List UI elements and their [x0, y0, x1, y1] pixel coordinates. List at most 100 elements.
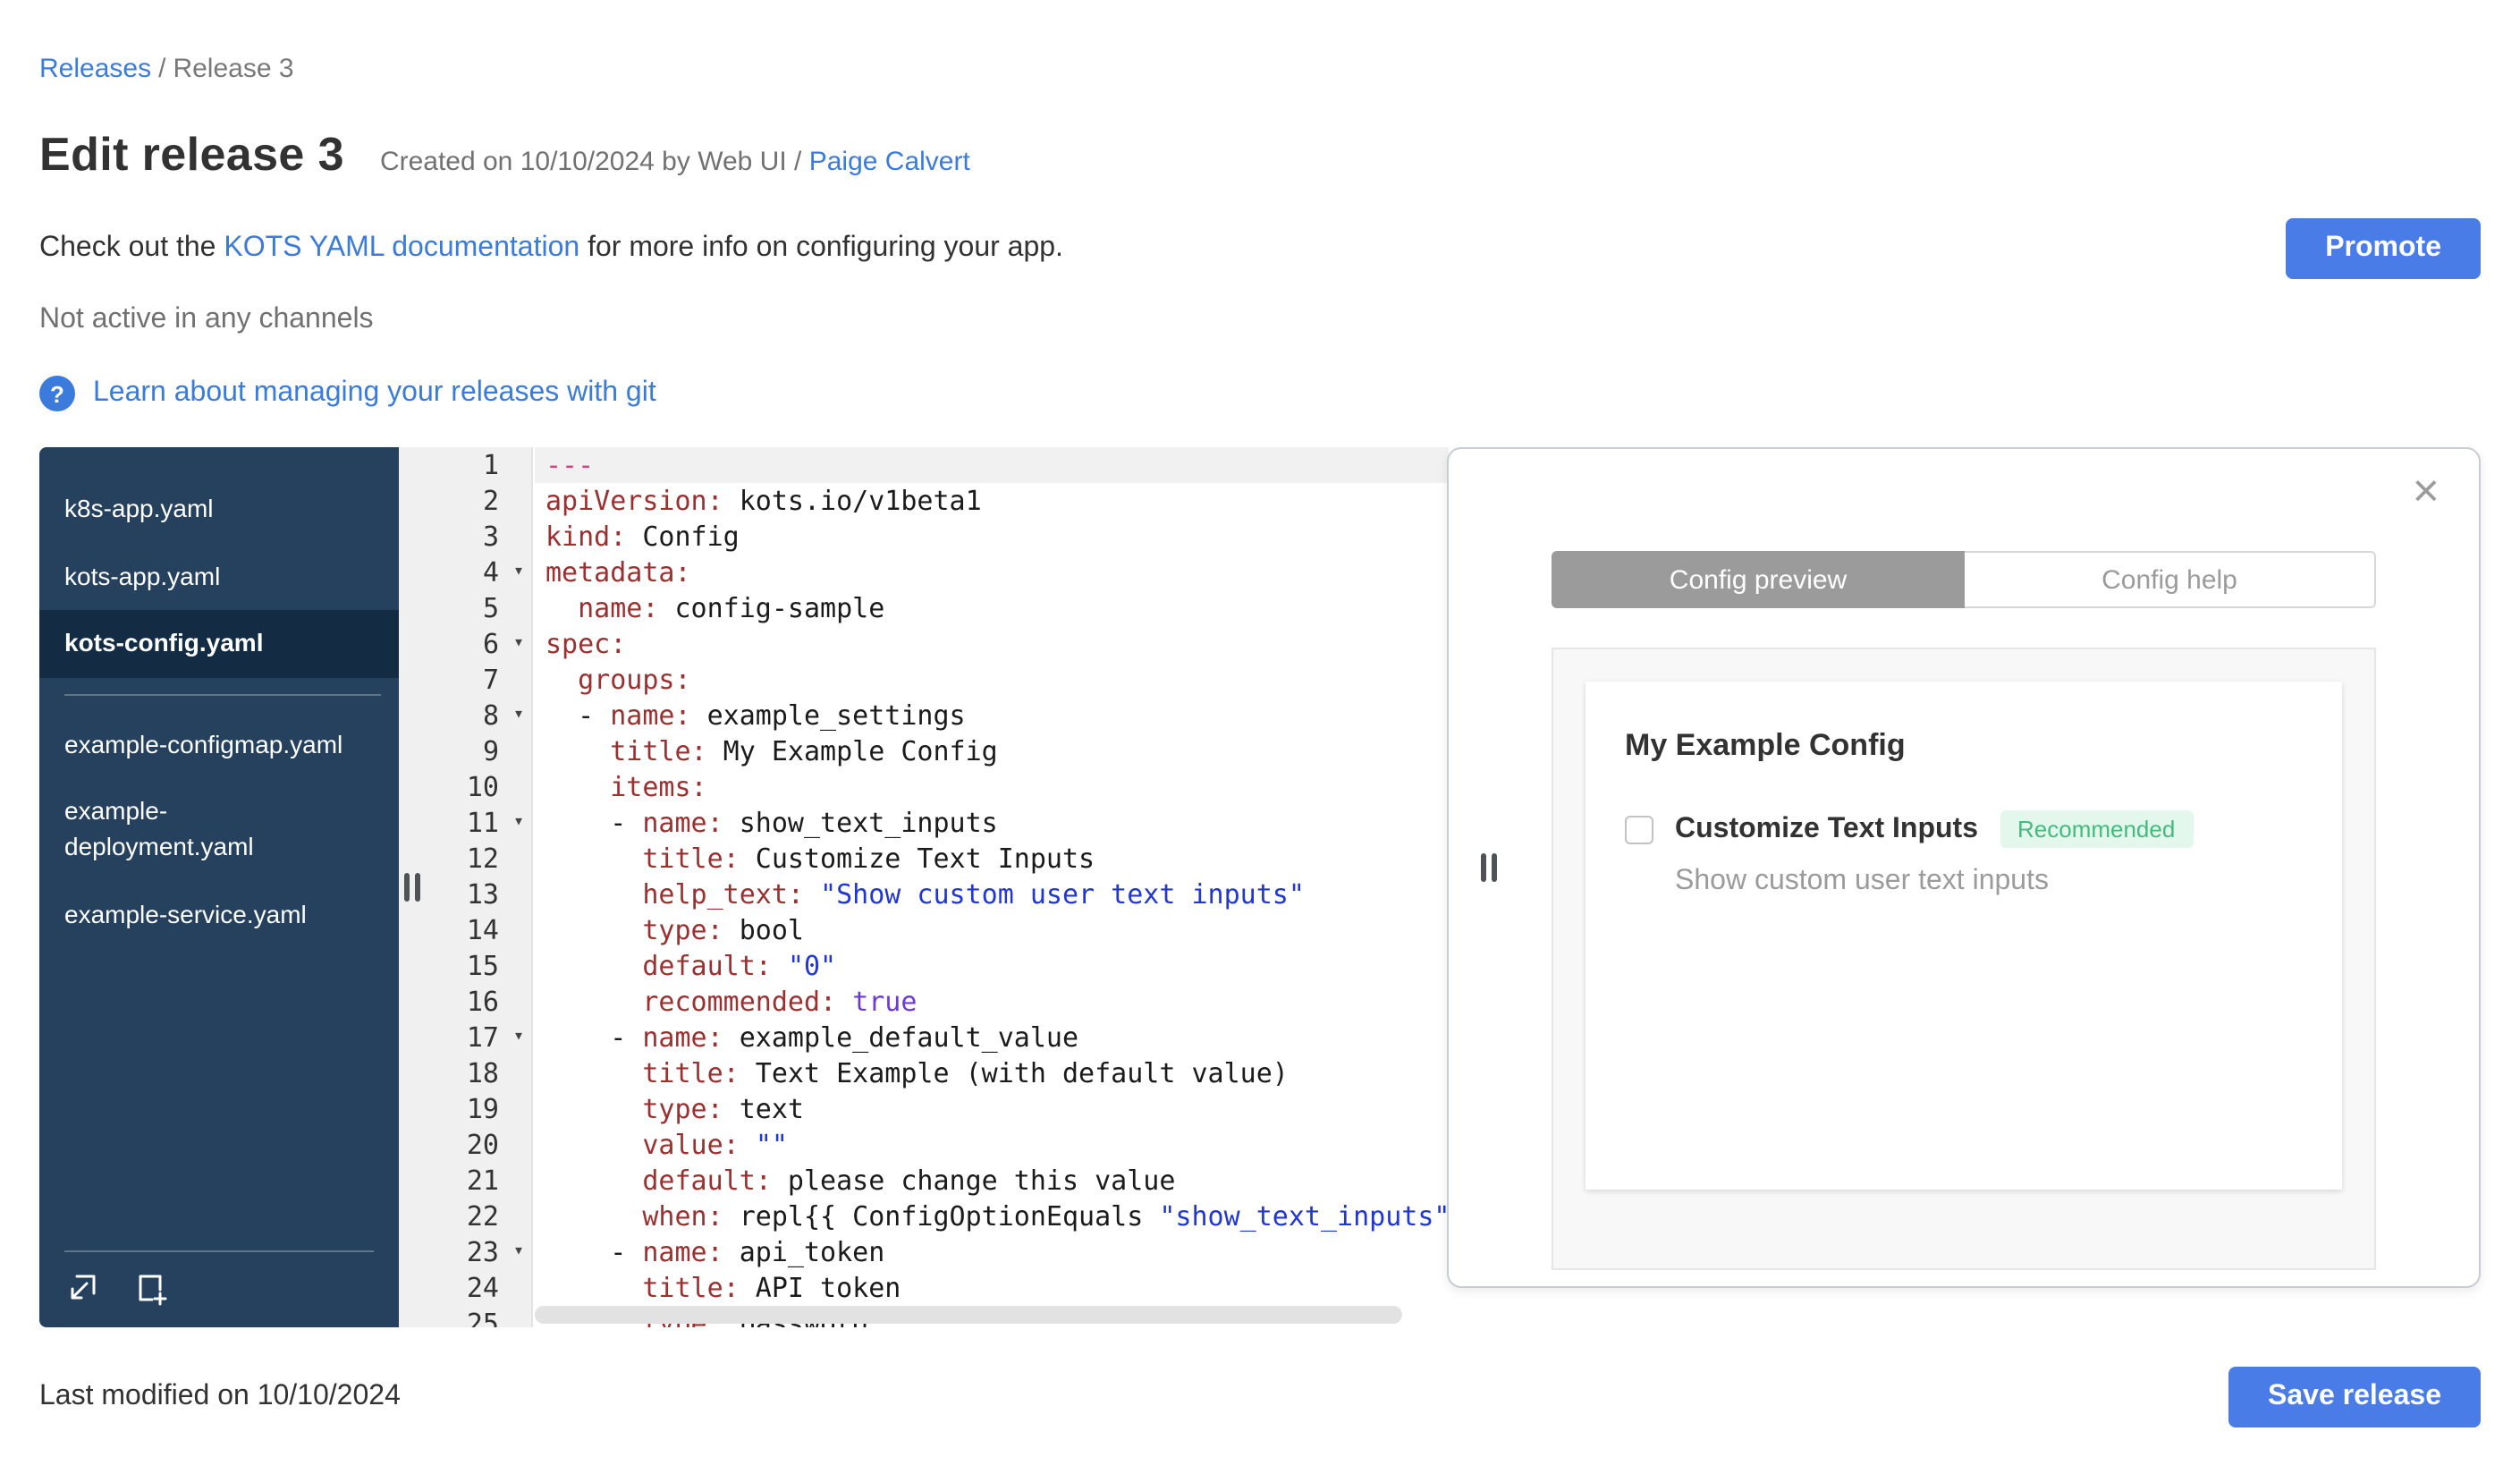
code-line[interactable]: type: bool [535, 912, 1449, 948]
code-token: --- [545, 449, 595, 481]
gutter-line-number[interactable]: 3 [399, 519, 531, 555]
gutter-line-number[interactable]: 21 [399, 1163, 531, 1199]
code-token: "Show custom user text inputs" [820, 878, 1305, 911]
gutter-line-number[interactable]: 25 [399, 1306, 531, 1327]
gutter-line-number[interactable]: 24 [399, 1270, 531, 1306]
kots-docs-link[interactable]: KOTS YAML documentation [224, 233, 579, 263]
file-tree-item[interactable]: example-service.yaml [39, 881, 399, 948]
gutter-line-number[interactable]: 23 ▾ [399, 1234, 531, 1270]
release-editor: k8s-app.yaml kots-app.yaml kots-config.yam… [39, 447, 2481, 1327]
last-modified-text: Last modified on 10/10/2024 [39, 1381, 401, 1411]
gutter-line-number[interactable]: 8 ▾ [399, 698, 531, 733]
preview-tabs: Config preview Config help [1552, 551, 2376, 608]
author-link[interactable]: Paige Calvert [809, 147, 970, 177]
scrollbar-thumb[interactable] [535, 1306, 1402, 1324]
code-line[interactable]: help_text: "Show custom user text inputs… [535, 877, 1449, 912]
git-docs-link[interactable]: Learn about managing your releases with … [93, 377, 656, 410]
code-line[interactable]: title: Text Example (with default value) [535, 1055, 1449, 1091]
code-line[interactable]: recommended: true [535, 984, 1449, 1020]
editor-lines: --- apiVersion: kots.io/v1beta1 kind: Conf… [535, 447, 1449, 1327]
file-tree-item[interactable]: example-configmap.yaml [39, 712, 399, 779]
breadcrumb-releases-link[interactable]: Releases [39, 54, 151, 84]
help-icon[interactable]: ? [39, 376, 75, 411]
gutter-line-number[interactable]: 15 [399, 948, 531, 984]
fold-arrow-icon[interactable]: ▾ [513, 626, 524, 662]
code-line[interactable]: spec: [535, 626, 1449, 662]
code-line[interactable]: - name: api_token [535, 1234, 1449, 1270]
fold-arrow-icon[interactable]: ▾ [513, 1234, 524, 1270]
gutter-line-number[interactable]: 6 ▾ [399, 626, 531, 662]
code-line[interactable]: default: "0" [535, 948, 1449, 984]
code-token: type: [642, 1093, 723, 1125]
gutter-line-number[interactable]: 18 [399, 1055, 531, 1091]
code-line[interactable]: title: My Example Config [535, 733, 1449, 769]
gutter-line-number[interactable]: 7 [399, 662, 531, 698]
new-file-icon[interactable] [132, 1270, 168, 1306]
gutter-line-number[interactable]: 9 [399, 733, 531, 769]
gutter-line-number[interactable]: 2 [399, 483, 531, 519]
code-line[interactable]: default: please change this value [535, 1163, 1449, 1199]
file-tree-footer [64, 1250, 374, 1327]
recommended-badge: Recommended [2000, 810, 2194, 848]
gutter-line-number[interactable]: 12 [399, 841, 531, 877]
code-line[interactable]: value: "" [535, 1127, 1449, 1163]
code-line[interactable]: metadata: [535, 555, 1449, 590]
code-line[interactable]: items: [535, 769, 1449, 805]
page-title: Edit release 3 [39, 127, 344, 181]
gutter-line-number[interactable]: 14 [399, 912, 531, 948]
save-release-button[interactable]: Save release [2228, 1367, 2481, 1427]
file-tree-item[interactable]: k8s-app.yaml [39, 476, 399, 543]
code-token: - [545, 699, 611, 732]
file-tree-item[interactable]: kots-app.yaml [39, 543, 399, 610]
code-line[interactable]: type: text [535, 1091, 1449, 1127]
code-token: My Example Config [706, 735, 998, 767]
code-token: title: [642, 843, 740, 875]
code-line[interactable]: - name: example_settings [535, 698, 1449, 733]
code-token: title: [642, 1057, 740, 1089]
code-line[interactable]: - name: example_default_value [535, 1020, 1449, 1055]
code-line[interactable]: --- [535, 447, 1449, 483]
gutter-line-number[interactable]: 1 [399, 447, 531, 483]
code-line[interactable]: title: Customize Text Inputs [535, 841, 1449, 877]
fold-arrow-icon[interactable]: ▾ [513, 1020, 524, 1055]
code-line[interactable]: title: API token [535, 1270, 1449, 1306]
gutter-line-number[interactable]: 11 ▾ [399, 805, 531, 841]
code-line[interactable]: - name: show_text_inputs [535, 805, 1449, 841]
gutter-line-number[interactable]: 10 [399, 769, 531, 805]
upload-file-icon[interactable] [64, 1270, 100, 1306]
resize-handle-right[interactable] [1481, 853, 1497, 882]
gutter-line-number[interactable]: 4 ▾ [399, 555, 531, 590]
code-token: - [545, 807, 643, 839]
breadcrumb-separator: / [158, 54, 166, 84]
code-line[interactable]: when: repl{{ ConfigOptionEquals "show_te… [535, 1199, 1449, 1234]
tab-config-help[interactable]: Config help [1965, 551, 2376, 608]
fold-arrow-icon[interactable]: ▾ [513, 805, 524, 841]
code-token: title: [610, 735, 707, 767]
gutter-line-number[interactable]: 19 [399, 1091, 531, 1127]
code-line[interactable]: groups: [535, 662, 1449, 698]
gutter-line-number[interactable]: 22 [399, 1199, 531, 1234]
footer-row: Last modified on 10/10/2024 Save release [39, 1367, 2481, 1427]
editor-horizontal-scrollbar[interactable] [535, 1306, 1438, 1324]
code-line[interactable]: apiVersion: kots.io/v1beta1 [535, 483, 1449, 519]
file-tree-item[interactable]: example-deployment.yaml [39, 779, 399, 881]
gutter-line-number[interactable]: 17 ▾ [399, 1020, 531, 1055]
code-token: type: [642, 914, 723, 946]
code-line[interactable]: kind: Config [535, 519, 1449, 555]
promote-button[interactable]: Promote [2286, 218, 2481, 279]
fold-arrow-icon[interactable]: ▾ [513, 698, 524, 733]
config-checkbox[interactable] [1625, 815, 1653, 843]
fold-arrow-icon[interactable]: ▾ [513, 555, 524, 590]
code-token: Customize Text Inputs [739, 843, 1095, 875]
tab-config-preview[interactable]: Config preview [1552, 551, 1965, 608]
resize-handle-left[interactable] [404, 873, 420, 902]
file-tree-item[interactable]: kots-config.yaml [39, 610, 399, 678]
gutter-line-number[interactable]: 16 [399, 984, 531, 1020]
gutter-line-number[interactable]: 20 [399, 1127, 531, 1163]
code-editor[interactable]: 1 2 3 4 ▾ 5 6 ▾ 7 8 ▾ 9 10 11 ▾ 12 13 14 15 16 17 ▾ 18 19 20 21 22… [399, 447, 1449, 1327]
code-line[interactable]: name: config-sample [535, 590, 1449, 626]
config-item: Customize Text Inputs Recommended [1625, 810, 2303, 848]
gutter-line-number[interactable]: 5 [399, 590, 531, 626]
close-icon[interactable]: × [2413, 467, 2440, 513]
